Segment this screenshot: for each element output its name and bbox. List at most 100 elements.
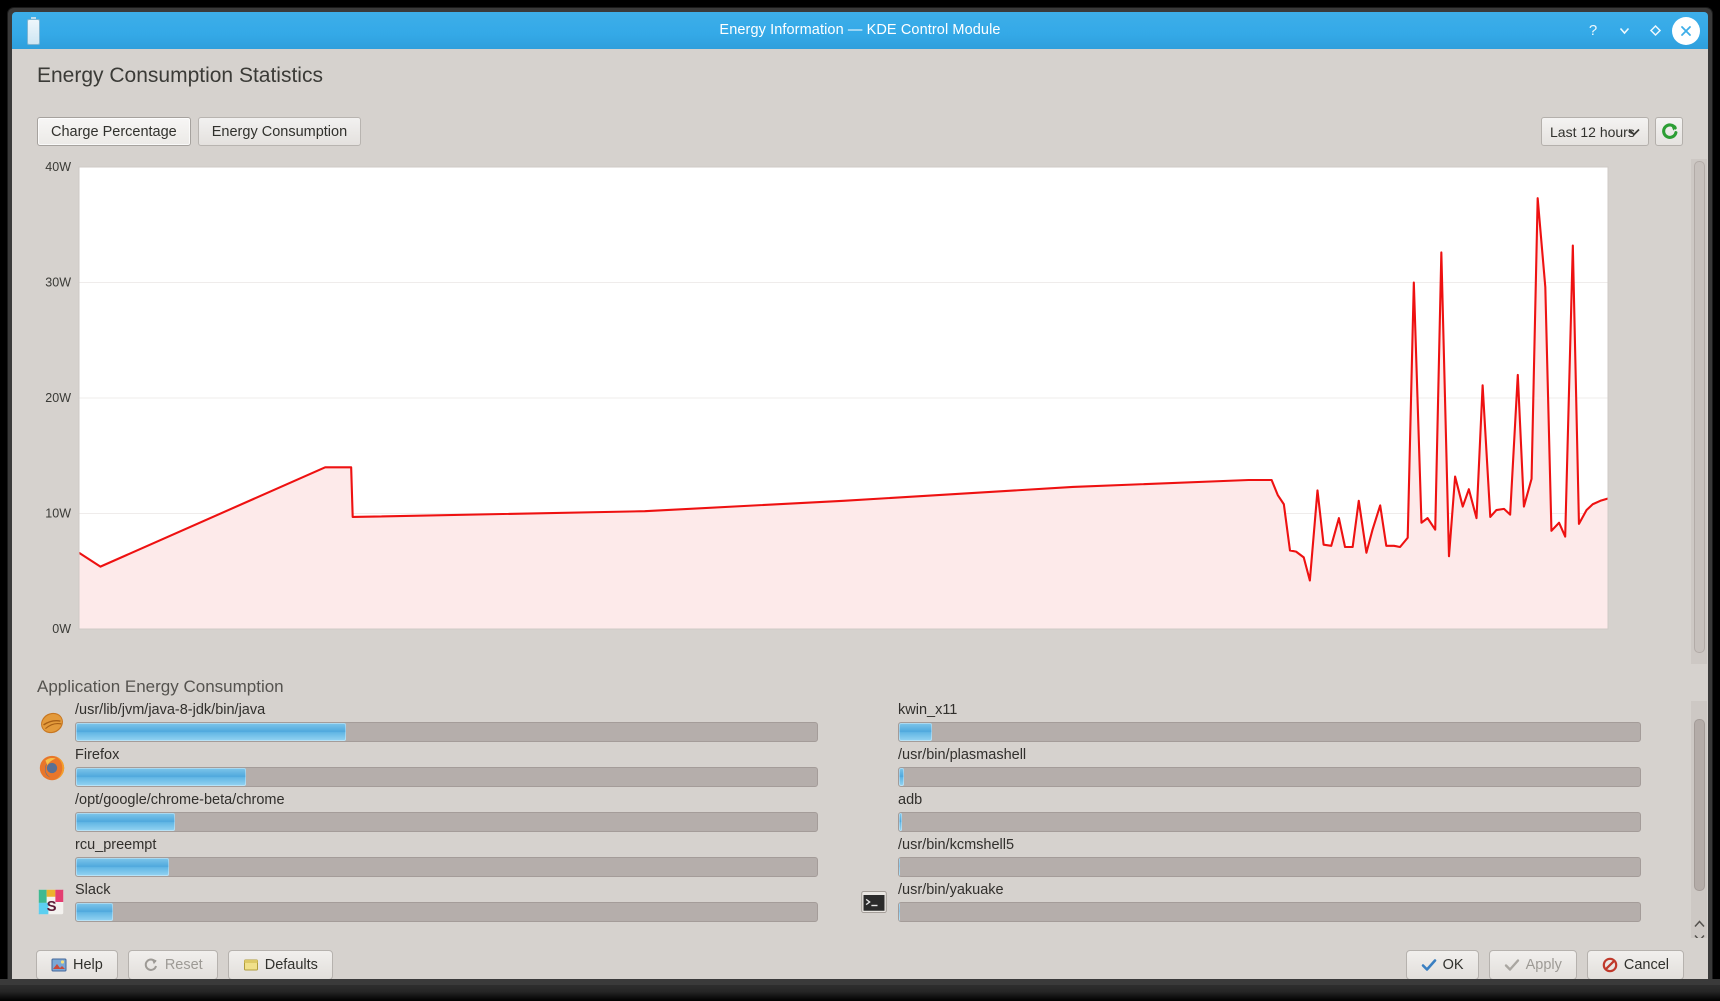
app-energy-bar-fill xyxy=(899,813,902,831)
defaults-icon xyxy=(243,957,259,973)
app-energy-bar xyxy=(75,767,818,787)
button-label: Defaults xyxy=(264,957,318,973)
app-energy-row[interactable]: S Slack xyxy=(37,881,818,925)
help-button[interactable]: Help xyxy=(36,950,118,980)
app-name: /opt/google/chrome-beta/chrome xyxy=(75,792,285,808)
terminal-icon xyxy=(860,888,890,921)
help-icon[interactable]: ? xyxy=(1579,17,1607,45)
app-energy-row[interactable]: kwin_x11 xyxy=(860,701,1641,745)
window-controls: ? xyxy=(1579,12,1700,49)
dialog-button-bar: Help Reset Defaults OK Apply Cancel xyxy=(12,938,1708,982)
app-energy-bar xyxy=(75,857,818,877)
app-energy-bar-fill xyxy=(899,858,900,876)
app-energy-row[interactable]: /usr/bin/plasmashell xyxy=(860,746,1641,790)
app-energy-bar-fill xyxy=(899,723,933,741)
app-name: /usr/bin/kcmshell5 xyxy=(898,837,1015,853)
scroll-up-icon[interactable] xyxy=(1693,917,1706,930)
button-label: Reset xyxy=(164,957,203,973)
app-energy-row[interactable]: /usr/lib/jvm/java-8-jdk/bin/java xyxy=(37,701,818,745)
app-name: adb xyxy=(898,792,923,808)
minimize-icon[interactable] xyxy=(1610,17,1638,45)
app-energy-bar-fill xyxy=(76,768,247,786)
slack-icon: S xyxy=(37,888,67,921)
app-energy-bar-fill xyxy=(899,903,900,921)
app-name: Firefox xyxy=(75,747,120,763)
cancel-icon xyxy=(1602,957,1618,973)
app-energy-bar xyxy=(898,812,1641,832)
chart-scrollbar[interactable] xyxy=(1691,159,1707,664)
refresh-button[interactable] xyxy=(1655,117,1683,146)
defaults-button[interactable]: Defaults xyxy=(227,950,333,980)
app-energy-row[interactable]: /opt/google/chrome-beta/chrome xyxy=(37,791,818,835)
app-energy-row[interactable]: Firefox xyxy=(37,746,818,790)
apps-section-title: Application Energy Consumption xyxy=(37,677,284,696)
tab-charge-percentage[interactable]: Charge Percentage xyxy=(37,117,191,146)
button-label: Cancel xyxy=(1623,957,1669,973)
apps-columns: /usr/lib/jvm/java-8-jdk/bin/java Firefox /… xyxy=(37,701,1642,944)
app-energy-bar-fill xyxy=(76,723,346,741)
app-energy-bar-fill xyxy=(899,768,905,786)
refresh-icon xyxy=(1661,123,1677,139)
time-range-select[interactable]: Last hourLast 2 hoursLast 12 hoursLast 2… xyxy=(1541,117,1649,146)
y-axis-tick-label: 10W xyxy=(45,507,71,521)
energy-consumption-chart: 0W 10W 20W 30W 40W xyxy=(37,159,1652,664)
reset-icon xyxy=(143,957,159,973)
java-icon xyxy=(37,708,67,741)
range-controls: Last hourLast 2 hoursLast 12 hoursLast 2… xyxy=(1541,117,1683,146)
reset-button: Reset xyxy=(127,950,218,980)
y-axis-ticks: 0W 10W 20W 30W 40W xyxy=(45,160,71,636)
view-tab-group: Charge Percentage Energy Consumption xyxy=(37,117,362,146)
y-axis-tick-label: 30W xyxy=(45,276,71,290)
app-energy-row[interactable]: rcu_preempt xyxy=(37,836,818,880)
ok-button[interactable]: OK xyxy=(1405,950,1479,980)
app-energy-bar xyxy=(898,722,1641,742)
svg-text:S: S xyxy=(47,899,57,915)
dialog-buttons-right: OK Apply Cancel xyxy=(1405,950,1684,980)
close-icon[interactable] xyxy=(1672,16,1700,45)
button-label: Apply xyxy=(1525,957,1562,973)
apply-button: Apply xyxy=(1488,950,1577,980)
app-energy-bar xyxy=(75,812,818,832)
app-energy-bar xyxy=(898,857,1641,877)
apps-scrollbar-thumb[interactable] xyxy=(1694,719,1705,891)
app-energy-row[interactable]: adb xyxy=(860,791,1641,835)
apps-scrollbar[interactable] xyxy=(1691,701,1707,944)
toolbar-row: Charge Percentage Energy Consumption Las… xyxy=(37,117,1683,149)
app-energy-bar xyxy=(898,767,1641,787)
app-name: /usr/bin/plasmashell xyxy=(898,747,1027,763)
app-energy-bar xyxy=(75,902,818,922)
app-energy-bar-fill xyxy=(76,903,114,921)
apps-left-column: /usr/lib/jvm/java-8-jdk/bin/java Firefox /… xyxy=(37,701,818,944)
app-name: /usr/bin/yakuake xyxy=(898,882,1004,898)
page-title: Energy Consumption Statistics xyxy=(37,64,323,87)
help-icon xyxy=(51,957,67,973)
app-name: kwin_x11 xyxy=(898,702,958,718)
chart-canvas: 0W 10W 20W 30W 40W xyxy=(45,160,1609,636)
screen-bottom-strip xyxy=(0,985,1720,1001)
y-axis-tick-label: 0W xyxy=(52,622,71,636)
apply-icon xyxy=(1504,957,1520,973)
window-titlebar[interactable]: Energy Information — KDE Control Module … xyxy=(12,12,1708,49)
window-client-area: Energy Consumption Statistics Charge Per… xyxy=(12,49,1708,982)
desktop-background: Energy Information — KDE Control Module … xyxy=(0,0,1720,1001)
button-label: OK xyxy=(1442,957,1464,973)
app-name: /usr/lib/jvm/java-8-jdk/bin/java xyxy=(75,702,266,718)
app-energy-bar-fill xyxy=(76,813,175,831)
chart-scrollbar-thumb[interactable] xyxy=(1694,161,1705,653)
app-name: Slack xyxy=(75,882,111,898)
app-energy-bar xyxy=(75,722,818,742)
app-name: rcu_preempt xyxy=(75,837,157,853)
app-energy-bar-fill xyxy=(76,858,170,876)
app-energy-bar xyxy=(898,902,1641,922)
firefox-icon xyxy=(37,753,67,786)
apps-right-column: kwin_x11/usr/bin/plasmashell adb/usr/bin/… xyxy=(860,701,1641,944)
maximize-icon[interactable] xyxy=(1641,17,1669,45)
ok-icon xyxy=(1421,957,1437,973)
y-axis-tick-label: 40W xyxy=(45,160,71,174)
cancel-button[interactable]: Cancel xyxy=(1586,950,1684,980)
app-energy-row[interactable]: /usr/bin/kcmshell5 xyxy=(860,836,1641,880)
app-energy-row[interactable]: /usr/bin/yakuake xyxy=(860,881,1641,925)
window-title: Energy Information — KDE Control Module xyxy=(719,22,1001,38)
tab-energy-consumption[interactable]: Energy Consumption xyxy=(197,117,362,146)
button-label: Help xyxy=(73,957,103,973)
